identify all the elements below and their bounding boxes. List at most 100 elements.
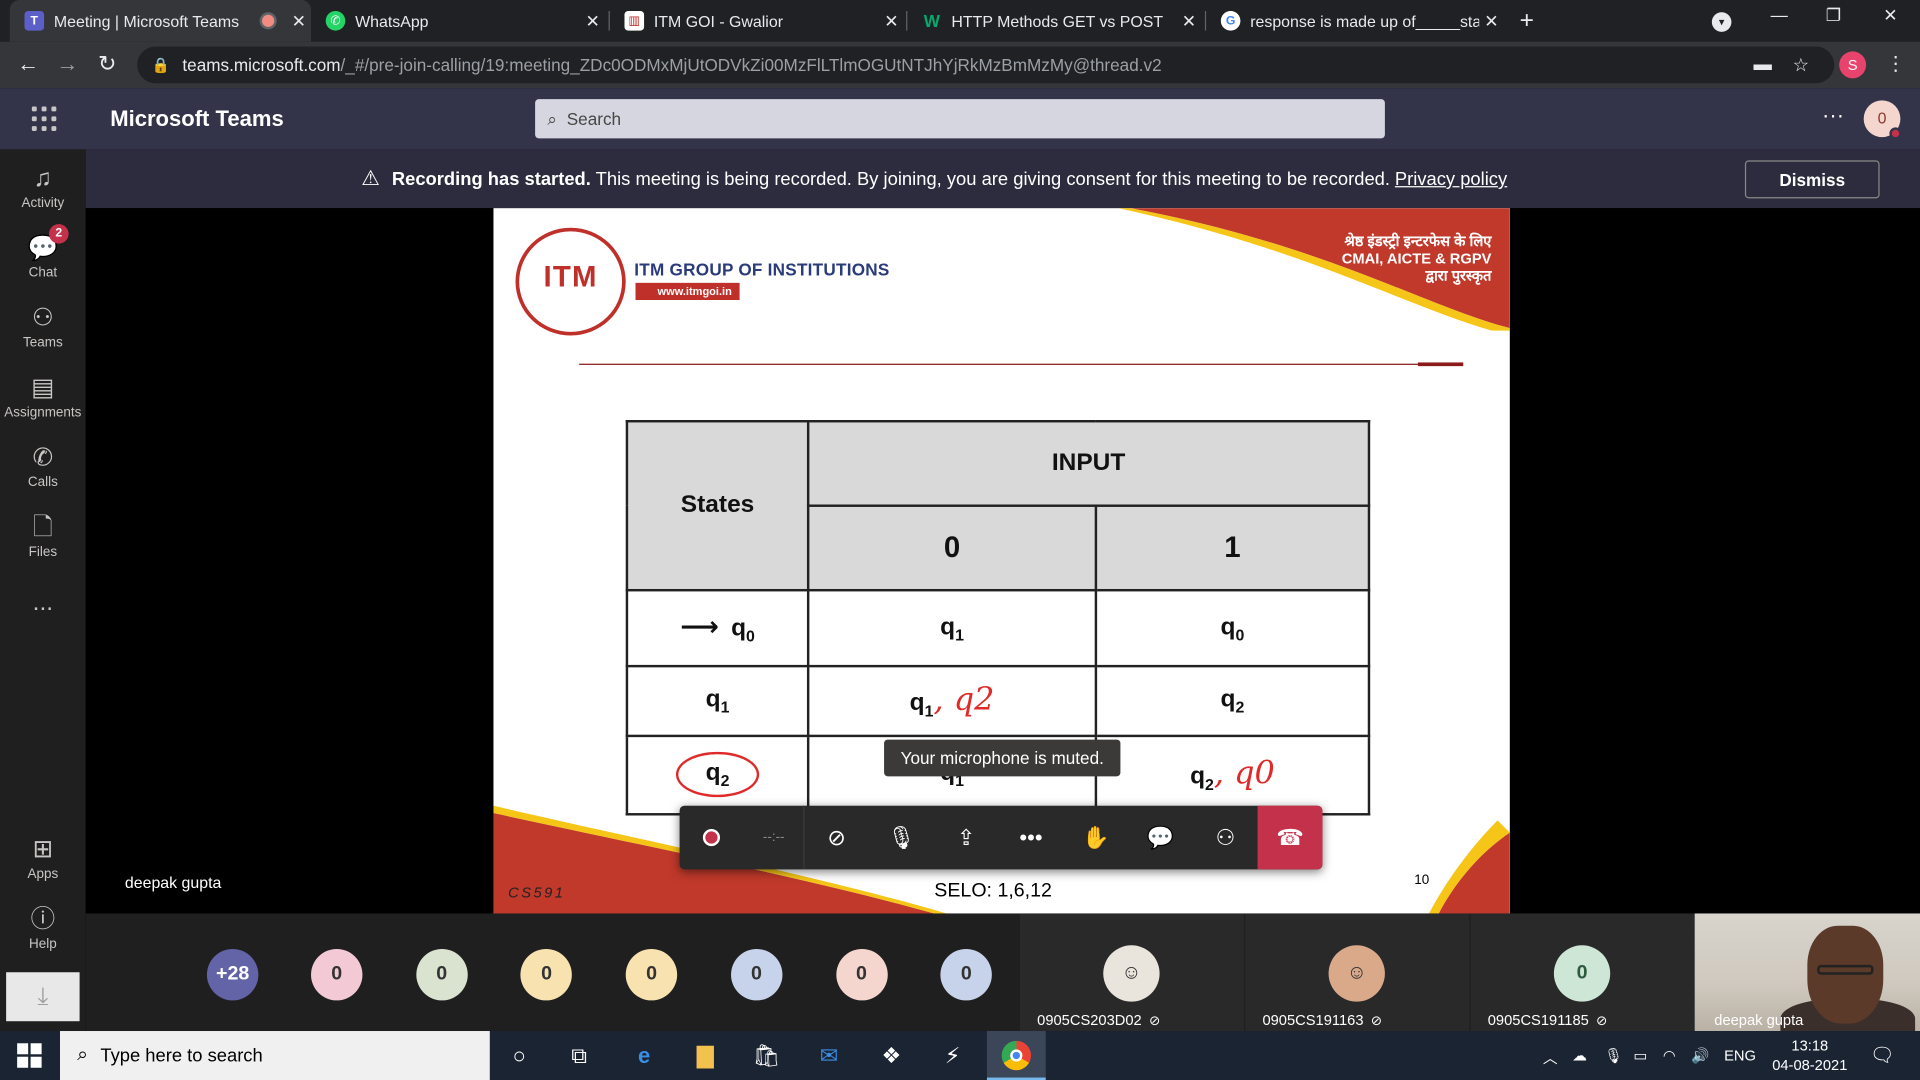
rail-item-calls[interactable]: ✆ Calls (0, 443, 86, 490)
windows-start-icon[interactable] (17, 1043, 42, 1068)
participant-name: 0905CS203D02 (1037, 1011, 1142, 1029)
participant-tile[interactable]: ☺ 0905CS191163 ⊘ (1245, 913, 1470, 1032)
slide-footer-code: CS591 (508, 884, 566, 902)
mic-muted-icon[interactable]: 🎙 (869, 806, 934, 870)
file-explorer-icon[interactable]: ▇ (691, 1041, 720, 1070)
new-tab-button[interactable]: + (1520, 7, 1534, 35)
video-participant-name: deepak gupta (1714, 1011, 1804, 1029)
participant-tile[interactable]: 0 0905CS191185 ⊘ (1470, 913, 1695, 1032)
camera-blocked-icon[interactable]: ▬ (1753, 54, 1771, 75)
transition-cell: q1 (806, 588, 1098, 668)
participant-bubble[interactable]: 0 (730, 948, 783, 1001)
more-actions-icon[interactable]: ••• (999, 806, 1064, 870)
rail-label: Help (29, 936, 57, 952)
participants-icon[interactable]: ⚇ (1193, 806, 1258, 870)
minimize-window-icon[interactable]: — (1771, 5, 1788, 25)
close-tab-icon[interactable]: ✕ (879, 10, 903, 31)
more-participants-bubble[interactable]: +28 (206, 948, 259, 1001)
settings-more-icon[interactable]: ··· (1822, 103, 1844, 129)
search-box[interactable]: ⌕ (535, 99, 1385, 139)
forward-icon[interactable]: → (56, 51, 78, 77)
mic-muted-icon: ⊘ (1596, 1013, 1608, 1029)
rail-item-help[interactable]: ⓘ Help (0, 905, 86, 952)
close-tab-icon[interactable]: ✕ (580, 10, 604, 31)
rail-item-more[interactable]: ... (0, 588, 86, 617)
call-timer: --:-- (762, 830, 785, 845)
participant-name-row: 0905CS203D02 ⊘ (1037, 1011, 1160, 1028)
raise-hand-icon[interactable]: ✋ (1063, 806, 1128, 870)
participant-tile[interactable]: ☺ 0905CS203D02 ⊘ (1020, 913, 1245, 1032)
tab-search-icon[interactable]: ▾ (1711, 12, 1732, 32)
rail-item-teams[interactable]: ⚇ Teams (0, 304, 86, 350)
download-icon[interactable]: ⤓ (6, 972, 80, 1022)
lock-icon[interactable]: 🔒 (152, 56, 170, 73)
warning-icon: ⚠ (361, 166, 380, 190)
url-text[interactable]: teams.microsoft.com/_#/pre-join-calling/… (182, 55, 1834, 75)
restore-window-icon[interactable]: ❐ (1826, 5, 1841, 26)
tab-teams-meeting[interactable]: T Meeting | Microsoft Teams ✕ (9, 0, 312, 42)
dismiss-button[interactable]: Dismiss (1744, 160, 1880, 199)
participant-bubble[interactable]: 0 (415, 948, 468, 1001)
back-icon[interactable]: ← (17, 51, 39, 77)
participant-bubble[interactable]: 0 (835, 948, 888, 1001)
itm-logo: ITM (515, 227, 626, 336)
presenter-name: deepak gupta (124, 873, 222, 892)
handwritten-annotation: , q2 (933, 681, 995, 719)
tab-title: HTTP Methods GET vs POST (951, 11, 1164, 31)
close-tab-icon[interactable]: ✕ (1479, 10, 1503, 31)
privacy-policy-link[interactable]: Privacy policy (1395, 169, 1507, 190)
dropbox-icon[interactable]: ❖ (877, 1041, 906, 1070)
mic-muted-icon: ⊘ (1149, 1013, 1161, 1029)
rail-item-assignments[interactable]: ▤ Assignments (0, 373, 86, 420)
chat-icon[interactable]: 💬 (1128, 806, 1193, 870)
rail-label: Files (28, 544, 58, 560)
cortana-icon[interactable]: ○ (504, 1041, 533, 1070)
state-label: q (705, 759, 721, 787)
tab-itm-goi[interactable]: ▥ ITM GOI - Gwalior ✕ (610, 0, 904, 42)
search-input[interactable] (566, 108, 1385, 129)
presenter-video-tile[interactable]: deepak gupta (1694, 913, 1920, 1032)
itm-icon: ▥ (624, 11, 645, 31)
rail-item-files[interactable]: 🗋 Files (0, 513, 86, 560)
rail-label: Calls (27, 475, 58, 490)
help-icon: ⓘ (30, 906, 56, 934)
cell-value: q (1220, 685, 1236, 713)
edge-icon[interactable]: e (629, 1041, 658, 1070)
chrome-taskbar-button[interactable] (986, 1031, 1046, 1080)
rail-item-apps[interactable]: ⊞ Apps (0, 835, 86, 881)
rail-item-chat[interactable]: 💬 2 Chat (0, 224, 86, 281)
profile-avatar[interactable]: S (1839, 51, 1867, 79)
tab-title: WhatsApp (355, 11, 429, 31)
taskbar-search[interactable]: ⌕ Type here to search (60, 1031, 490, 1080)
award-text: श्रेष्ठ इंडस्ट्री इन्टरफेस के लिए CMAI, … (1302, 233, 1492, 284)
participant-name-row: 0905CS191185 ⊘ (1488, 1011, 1608, 1028)
task-view-icon[interactable]: ⧉ (564, 1041, 593, 1070)
participant-bubble[interactable]: 0 (940, 948, 993, 1001)
recording-icon[interactable] (680, 806, 745, 870)
participant-name: 0905CS191163 (1262, 1011, 1364, 1029)
participant-bubble[interactable]: 0 (311, 948, 363, 1001)
address-bar[interactable]: 🔒 teams.microsoft.com/_#/pre-join-callin… (137, 46, 1835, 84)
camera-off-icon[interactable]: ⊘ (804, 806, 869, 870)
close-tab-icon[interactable]: ✕ (287, 10, 311, 31)
store-icon[interactable]: 🛍 (752, 1041, 781, 1070)
tab-google-search[interactable]: G response is made up of_____sta ✕ (1206, 0, 1504, 42)
tab-http-methods[interactable]: W HTTP Methods GET vs POST ✕ (907, 0, 1201, 42)
close-window-icon[interactable]: ✕ (1883, 5, 1897, 26)
participant-name: 0905CS191185 (1487, 1011, 1589, 1029)
close-tab-icon[interactable]: ✕ (1177, 10, 1201, 31)
app-icon[interactable]: ⚡ (938, 1041, 967, 1070)
share-screen-icon[interactable]: ⇪ (934, 806, 999, 870)
phone-icon: ✆ (32, 444, 54, 472)
tab-whatsapp[interactable]: ✆ WhatsApp ✕ (311, 0, 605, 42)
hang-up-button[interactable]: ☎ (1257, 805, 1323, 870)
app-launcher-icon[interactable] (31, 106, 57, 132)
rail-item-activity[interactable]: ♫ Activity (0, 164, 86, 210)
reload-icon[interactable]: ↻ (98, 51, 116, 77)
rail-label: Chat (28, 265, 58, 281)
participant-bubble[interactable]: 0 (625, 948, 678, 1001)
bookmark-star-icon[interactable]: ☆ (1793, 54, 1809, 76)
browser-menu-icon[interactable]: ⋮ (1886, 51, 1906, 75)
mail-icon[interactable]: ✉ (814, 1041, 843, 1070)
slide-divider (579, 363, 1461, 365)
